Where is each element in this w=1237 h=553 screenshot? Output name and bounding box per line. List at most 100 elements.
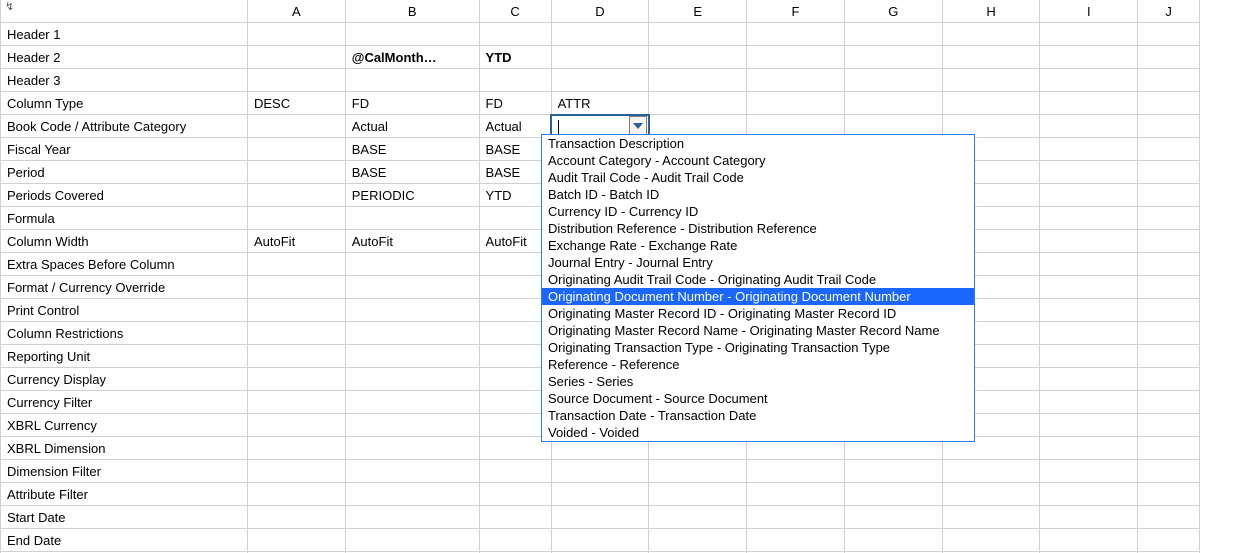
column-header-e[interactable]: E [649,0,747,23]
cell[interactable] [649,506,747,529]
cell[interactable]: FD [345,92,479,115]
cell[interactable] [345,506,479,529]
cell[interactable] [551,46,649,69]
dropdown-option[interactable]: Originating Master Record ID - Originati… [542,305,974,322]
cell[interactable] [1138,184,1200,207]
cell[interactable] [844,92,942,115]
cell[interactable] [1138,230,1200,253]
cell[interactable] [248,207,346,230]
cell[interactable] [1040,207,1138,230]
cell[interactable] [345,299,479,322]
cell[interactable] [844,69,942,92]
cell[interactable] [1138,46,1200,69]
row-label[interactable]: XBRL Dimension [1,437,248,460]
dropdown-option[interactable]: Originating Master Record Name - Origina… [542,322,974,339]
cell[interactable] [1138,299,1200,322]
cell[interactable] [747,69,845,92]
cell[interactable]: @CalMonth… [345,46,479,69]
cell[interactable] [248,368,346,391]
cell[interactable] [551,529,649,552]
cell[interactable]: YTD [479,46,551,69]
cell[interactable] [649,23,747,46]
column-header-b[interactable]: B [345,0,479,23]
column-header-d[interactable]: D [551,0,649,23]
cell[interactable] [747,483,845,506]
cell[interactable] [1040,23,1138,46]
cell[interactable] [942,460,1040,483]
row-label[interactable]: Header 3 [1,69,248,92]
cell[interactable] [747,506,845,529]
cell[interactable] [248,529,346,552]
cell[interactable] [1138,460,1200,483]
column-header-i[interactable]: I [1040,0,1138,23]
cell[interactable] [1040,253,1138,276]
cell[interactable] [345,69,479,92]
cell[interactable] [1040,184,1138,207]
cell[interactable] [345,483,479,506]
cell[interactable] [479,483,551,506]
cell[interactable] [551,460,649,483]
cell[interactable] [1138,115,1200,138]
column-header-c[interactable]: C [479,0,551,23]
cell[interactable] [1040,138,1138,161]
cell[interactable] [1040,276,1138,299]
cell[interactable] [1040,92,1138,115]
cell[interactable] [1040,299,1138,322]
dropdown-option[interactable]: Account Category - Account Category [542,152,974,169]
cell[interactable] [345,391,479,414]
cell[interactable] [248,391,346,414]
row-label[interactable]: Formula [1,207,248,230]
cell[interactable] [551,69,649,92]
dropdown-option[interactable]: Batch ID - Batch ID [542,186,974,203]
cell[interactable] [747,529,845,552]
cell[interactable] [1138,322,1200,345]
cell[interactable] [1138,69,1200,92]
row-label[interactable]: XBRL Currency [1,414,248,437]
row-label[interactable]: Column Restrictions [1,322,248,345]
cell[interactable] [1138,345,1200,368]
cell[interactable] [1040,460,1138,483]
cell[interactable] [1138,138,1200,161]
cell[interactable] [1138,92,1200,115]
cell[interactable]: FD [479,92,551,115]
cell[interactable]: PERIODIC [345,184,479,207]
cell[interactable] [1040,322,1138,345]
cell[interactable]: AutoFit [345,230,479,253]
cell[interactable] [942,483,1040,506]
cell[interactable] [345,276,479,299]
dropdown-option[interactable]: Originating Audit Trail Code - Originati… [542,271,974,288]
cell[interactable] [248,506,346,529]
cell[interactable] [649,69,747,92]
cell[interactable] [942,529,1040,552]
cell[interactable] [649,529,747,552]
dropdown-option[interactable]: Reference - Reference [542,356,974,373]
cell[interactable] [248,69,346,92]
cell[interactable] [942,23,1040,46]
cell[interactable] [1040,368,1138,391]
cell[interactable] [248,437,346,460]
cell[interactable] [248,276,346,299]
cell[interactable] [1138,506,1200,529]
row-label[interactable]: Column Width [1,230,248,253]
cell[interactable] [479,69,551,92]
cell[interactable] [248,345,346,368]
cell[interactable] [649,460,747,483]
cell[interactable] [551,506,649,529]
cell[interactable] [1138,437,1200,460]
cell[interactable] [1040,529,1138,552]
cell[interactable] [1040,391,1138,414]
cell[interactable] [747,460,845,483]
cell[interactable] [345,437,479,460]
cell[interactable] [942,69,1040,92]
cell[interactable] [479,23,551,46]
row-label[interactable]: Reporting Unit [1,345,248,368]
cell[interactable]: AutoFit [248,230,346,253]
cell[interactable] [747,23,845,46]
cell[interactable]: DESC [248,92,346,115]
column-header-j[interactable]: J [1138,0,1200,23]
dropdown-option[interactable]: Originating Document Number - Originatin… [542,288,974,305]
cell[interactable] [1040,115,1138,138]
cell[interactable] [248,322,346,345]
column-header-blank[interactable]: ↯ [1,0,248,23]
cell[interactable] [649,483,747,506]
